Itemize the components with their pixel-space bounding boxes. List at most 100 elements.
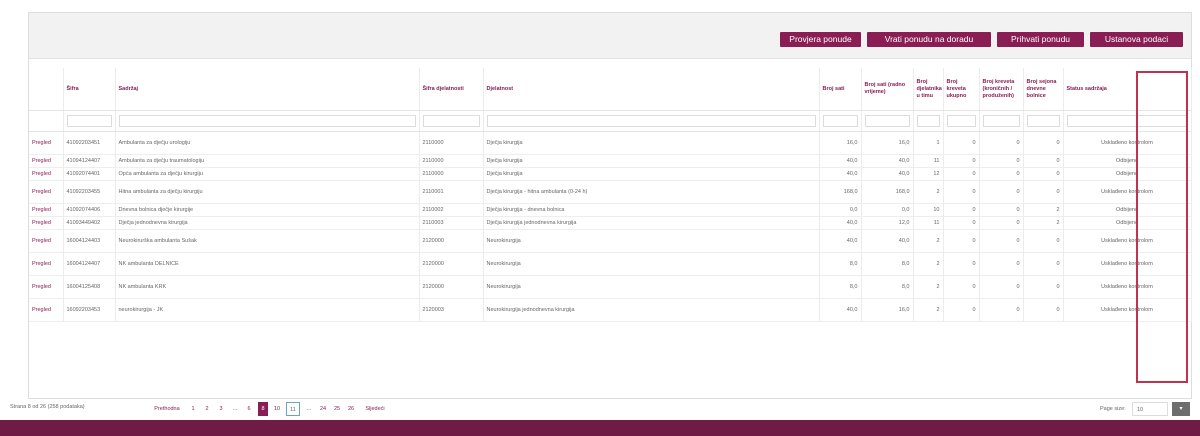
- filter-cell: [913, 110, 944, 132]
- filter-input[interactable]: [118, 115, 416, 127]
- page-ellipsis-button[interactable]: ...: [304, 402, 314, 416]
- table-row: Pregled 16092203453 neurokirurgija - JK 212…: [29, 298, 1192, 322]
- code-cell: 41093449402: [63, 216, 116, 230]
- page-8-button[interactable]: 8: [258, 402, 268, 416]
- column-header[interactable]: Broj sejona dnevne bolnice: [1023, 68, 1064, 111]
- column-header[interactable]: Broj djelatnika u timu: [913, 68, 944, 111]
- institution-data-button[interactable]: Ustanova podaci: [1090, 32, 1183, 47]
- page-3-button[interactable]: 3: [216, 402, 226, 416]
- filter-input[interactable]: [946, 115, 976, 127]
- chevron-down-icon[interactable]: ▾: [1172, 402, 1190, 416]
- hours_rv-cell: 12,0: [861, 216, 914, 230]
- page-24-button[interactable]: 24: [318, 402, 328, 416]
- toolbar: Provjera ponude Vrati ponudu na doradu P…: [29, 13, 1191, 59]
- table-row: Pregled 41092074401 Opća ambulanta za dječ…: [29, 167, 1192, 181]
- column-header[interactable]: Broj kreveta ukupno: [943, 68, 980, 111]
- dcode-cell: 2110000: [419, 154, 484, 168]
- filter-input[interactable]: [864, 115, 910, 127]
- dcode-cell: 2120003: [419, 298, 484, 322]
- view-link[interactable]: Pregled: [29, 298, 64, 322]
- view-link[interactable]: Pregled: [29, 180, 64, 204]
- day-cell: 0: [1023, 229, 1064, 253]
- table-row: Pregled 41092203455 Hitna ambulanta za dje…: [29, 180, 1192, 204]
- table-row: Pregled 16004125408 NK ambulanta KRK 212000…: [29, 275, 1192, 299]
- filter-input[interactable]: [66, 115, 112, 127]
- column-header[interactable]: Djelatnost: [483, 68, 820, 111]
- hours_rv-cell: 8,0: [861, 275, 914, 299]
- beds_chr-cell: 0: [979, 167, 1024, 181]
- page-10-button[interactable]: 10: [272, 402, 282, 416]
- code-cell: 16004124403: [63, 229, 116, 253]
- view-link[interactable]: Pregled: [29, 216, 64, 230]
- page-size-select[interactable]: 10: [1132, 402, 1168, 416]
- page-11-button[interactable]: 11: [286, 402, 300, 416]
- filter-input[interactable]: [822, 115, 858, 127]
- staff-cell: 2: [913, 229, 944, 253]
- data-table: Šifra Sadržaj Šifra djelatnosti Djelatno…: [29, 68, 1192, 322]
- filter-cell: [979, 110, 1024, 132]
- filter-input[interactable]: [916, 115, 940, 127]
- filter-input[interactable]: [1066, 115, 1188, 127]
- hours-cell: 40,0: [819, 167, 862, 181]
- column-header[interactable]: Šifra: [63, 68, 116, 111]
- filter-input[interactable]: [486, 115, 816, 127]
- hours_rv-cell: 40,0: [861, 229, 914, 253]
- column-header[interactable]: Broj sati (radno vrijeme): [861, 68, 914, 111]
- hours_rv-cell: 40,0: [861, 154, 914, 168]
- view-link[interactable]: Pregled: [29, 275, 64, 299]
- status-cell: Usklađeno kontrolom: [1063, 131, 1192, 155]
- page-ellipsis-button[interactable]: ...: [230, 402, 240, 416]
- hours-cell: 8,0: [819, 252, 862, 276]
- staff-cell: 2: [913, 275, 944, 299]
- view-link[interactable]: Pregled: [29, 167, 64, 181]
- dcode-cell: 2120000: [419, 252, 484, 276]
- column-header[interactable]: Šifra djelatnosti: [419, 68, 484, 111]
- main-panel: Provjera ponude Vrati ponudu na doradu P…: [28, 12, 1192, 399]
- name-cell: Opća ambulanta za dječju kirurgiju: [115, 167, 420, 181]
- beds-cell: 0: [943, 298, 980, 322]
- hours-cell: 0,0: [819, 203, 862, 217]
- column-header[interactable]: Broj sati: [819, 68, 862, 111]
- staff-cell: 11: [913, 154, 944, 168]
- hours-cell: 40,0: [819, 298, 862, 322]
- page-25-button[interactable]: 25: [332, 402, 342, 416]
- beds_chr-cell: 0: [979, 154, 1024, 168]
- code-cell: 41092074406: [63, 203, 116, 217]
- view-link[interactable]: Pregled: [29, 252, 64, 276]
- status-cell: Usklađeno kontrolom: [1063, 252, 1192, 276]
- filter-input[interactable]: [1026, 115, 1060, 127]
- view-link[interactable]: Pregled: [29, 229, 64, 253]
- status-cell: Odbijeno: [1063, 203, 1192, 217]
- hours_rv-cell: 168,0: [861, 180, 914, 204]
- next-page-button[interactable]: Sljedeći: [360, 402, 390, 416]
- column-header[interactable]: Status sadržaja: [1063, 68, 1192, 111]
- beds_chr-cell: 0: [979, 252, 1024, 276]
- check-offer-button[interactable]: Provjera ponude: [780, 32, 861, 47]
- filter-input[interactable]: [982, 115, 1020, 127]
- filter-cell: [115, 110, 420, 132]
- view-link[interactable]: Pregled: [29, 131, 64, 155]
- filter-row: [29, 110, 1192, 132]
- column-header[interactable]: Sadržaj: [115, 68, 420, 111]
- filter-cell: [419, 110, 484, 132]
- return-offer-button[interactable]: Vrati ponudu na doradu: [867, 32, 991, 47]
- prev-page-button[interactable]: Prethodna: [150, 402, 184, 416]
- staff-cell: 2: [913, 298, 944, 322]
- code-cell: 41092074401: [63, 167, 116, 181]
- status-cell: Usklađeno kontrolom: [1063, 180, 1192, 204]
- day-cell: 0: [1023, 298, 1064, 322]
- filter-input[interactable]: [422, 115, 480, 127]
- view-link[interactable]: Pregled: [29, 154, 64, 168]
- page-1-button[interactable]: 1: [188, 402, 198, 416]
- page-26-button[interactable]: 26: [346, 402, 356, 416]
- table-row: Pregled 41093449402 Dječja jednodnevna kir…: [29, 216, 1192, 230]
- hours-cell: 40,0: [819, 154, 862, 168]
- page-2-button[interactable]: 2: [202, 402, 212, 416]
- page-6-button[interactable]: 6: [244, 402, 254, 416]
- dcode-cell: 2110003: [419, 216, 484, 230]
- dname-cell: Dječja kirurgija - dnevna bolnica: [483, 203, 820, 217]
- view-link[interactable]: Pregled: [29, 203, 64, 217]
- pager-summary: Strana 8 od 26 (258 podataka): [10, 404, 85, 410]
- accept-offer-button[interactable]: Prihvati ponudu: [997, 32, 1084, 47]
- column-header[interactable]: Broj kreveta (kroničnih / produženih): [979, 68, 1024, 111]
